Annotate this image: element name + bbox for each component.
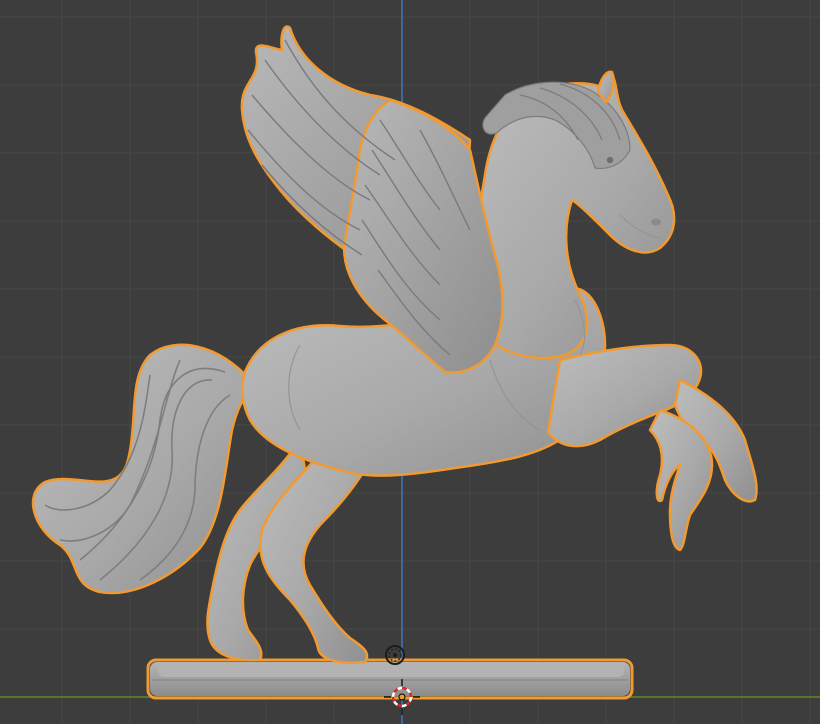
model-nostril — [651, 218, 661, 226]
model-base[interactable] — [146, 658, 634, 700]
viewport-canvas[interactable] — [0, 0, 820, 724]
3d-viewport[interactable] — [0, 0, 820, 724]
model-eye — [606, 156, 614, 164]
pegasus-model[interactable] — [31, 25, 758, 700]
object-origin-icon — [398, 693, 406, 701]
light-icon[interactable] — [385, 645, 405, 665]
